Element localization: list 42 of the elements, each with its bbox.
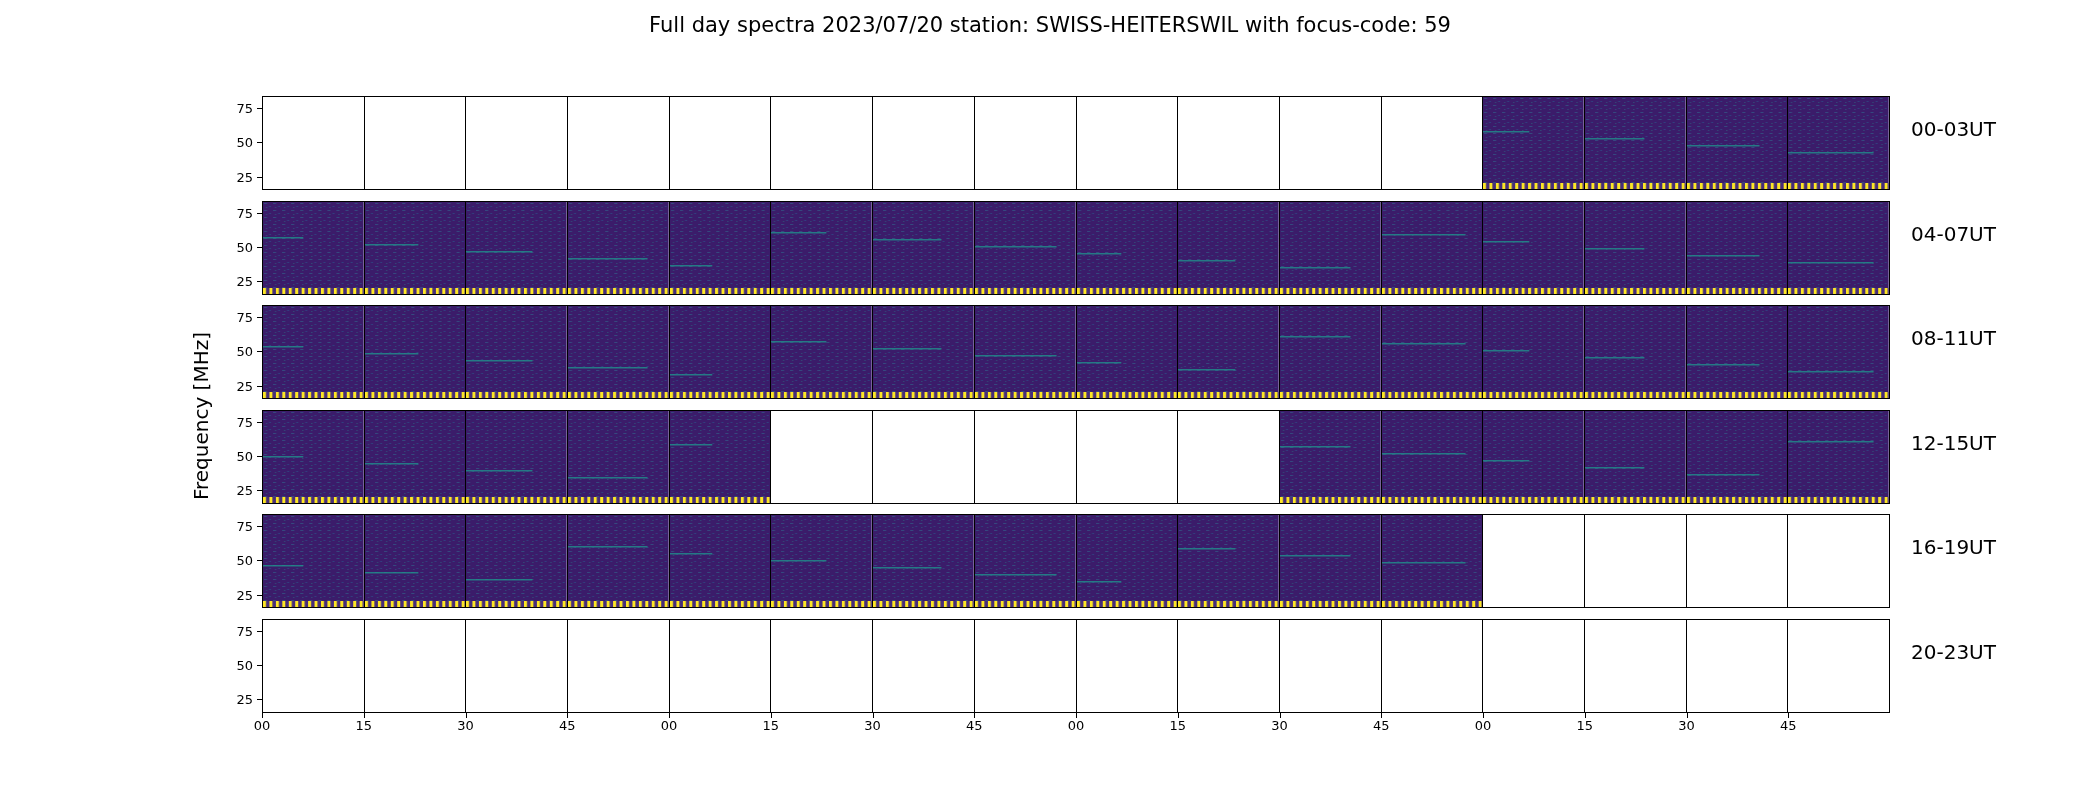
- y-tick-label: 50: [236, 240, 253, 254]
- y-tick-label: 75: [236, 624, 253, 638]
- y-tick-label: 50: [236, 553, 253, 567]
- row-label: 16-19UT: [1911, 535, 1996, 559]
- figure-title: Full day spectra 2023/07/20 station: SWISS-HEITERSWIL with focus-code: 59: [649, 12, 1451, 39]
- y-tick-label: 50: [236, 135, 253, 149]
- x-tick-label: 45: [559, 718, 576, 732]
- x-tick-label: 00: [253, 718, 271, 732]
- y-tick-label: 75: [236, 519, 253, 533]
- x-tick-label: 15: [762, 718, 779, 732]
- x-tick-label: 30: [1678, 718, 1695, 732]
- y-tick-label: 75: [236, 310, 253, 324]
- x-tick-label: 00: [1474, 718, 1492, 732]
- x-tick-label: 45: [1373, 718, 1390, 732]
- row-label: 20-23UT: [1911, 639, 1996, 664]
- row-label: 12-15UT: [1911, 430, 1996, 455]
- row-label: 04-07UT: [1911, 221, 1996, 246]
- x-tick-label: 15: [1576, 718, 1593, 732]
- y-tick-label: 50: [236, 449, 253, 463]
- y-tick-label: 25: [236, 692, 253, 706]
- y-tick-label: 50: [236, 658, 253, 672]
- y-tick-label: 75: [236, 206, 253, 220]
- row-label: 00-03UT: [1911, 117, 1996, 141]
- y-tick-label: 25: [236, 170, 253, 184]
- x-tick-label: 30: [457, 718, 474, 732]
- y-tick-label: 25: [236, 274, 253, 288]
- row-label: 08-11UT: [1911, 326, 1996, 350]
- x-tick-label: 00: [660, 718, 678, 732]
- x-tick-label: 45: [966, 718, 983, 732]
- y-tick-label: 50: [236, 344, 253, 358]
- y-tick-label: 75: [236, 101, 253, 115]
- x-tick-label: 15: [355, 718, 372, 732]
- x-tick-label: 00: [1067, 718, 1085, 732]
- y-axis-label: Frequency [MHz]: [188, 332, 214, 501]
- y-tick-label: 25: [236, 483, 253, 497]
- y-tick-label: 25: [236, 588, 253, 602]
- x-tick-label: 30: [864, 718, 881, 732]
- y-tick-label: 25: [236, 379, 253, 393]
- y-tick-label: 75: [236, 415, 253, 429]
- x-tick-label: 30: [1271, 718, 1288, 732]
- x-tick-label: 15: [1169, 718, 1186, 732]
- x-tick-label: 45: [1780, 718, 1797, 732]
